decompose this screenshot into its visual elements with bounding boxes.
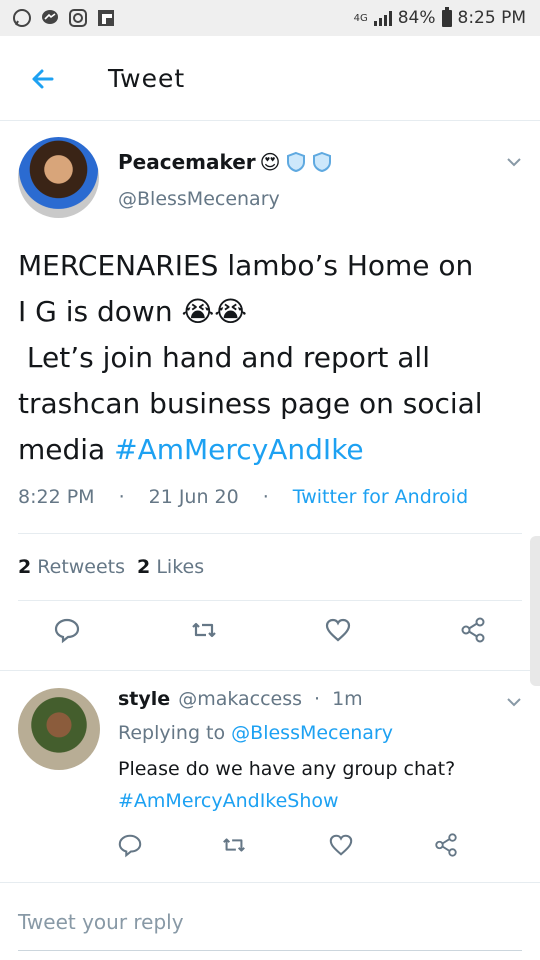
replying-to: Replying to @BlessMecenary <box>118 722 393 744</box>
like-heart-icon[interactable] <box>328 832 354 858</box>
clock: 8:25 PM <box>457 8 527 28</box>
signal-icon <box>373 10 392 26</box>
network-indicator: 4G <box>353 12 368 24</box>
share-icon[interactable] <box>433 832 459 858</box>
retweet-icon[interactable] <box>190 616 218 644</box>
chevron-down-icon[interactable] <box>506 154 522 170</box>
reply-composer-input[interactable]: Tweet your reply <box>18 910 184 934</box>
author-display-name: Peacemaker <box>118 150 256 174</box>
reply-hashtag-link[interactable]: #AmMercyAndIkeShow <box>118 790 339 812</box>
messenger-icon <box>40 8 60 28</box>
heart-eyes-emoji: 😍 <box>259 150 281 174</box>
reply-actions <box>0 832 540 876</box>
reply-avatar[interactable] <box>18 688 100 770</box>
divider <box>0 670 540 671</box>
source-link[interactable]: Twitter for Android <box>293 486 468 508</box>
tweet-date: 21 Jun 20 <box>148 486 239 508</box>
share-icon[interactable] <box>459 616 487 644</box>
chevron-down-icon[interactable] <box>506 694 522 710</box>
tweet-time: 8:22 PM <box>18 486 95 508</box>
reply-display-name[interactable]: style <box>118 688 170 710</box>
instagram-icon <box>68 8 88 28</box>
divider <box>18 600 522 601</box>
battery-icon <box>441 6 452 27</box>
reply-icon[interactable] <box>117 832 143 858</box>
status-bar: 4G 84% 8:25 PM <box>0 0 540 36</box>
reply-body: Please do we have any group chat? <box>118 758 456 780</box>
divider <box>0 882 540 883</box>
reply-handle[interactable]: @makaccess <box>178 688 302 710</box>
like-heart-icon[interactable] <box>324 616 352 644</box>
flipboard-icon <box>96 8 116 28</box>
back-arrow-icon[interactable] <box>26 62 60 96</box>
author-handle[interactable]: @BlessMecenary <box>118 188 280 210</box>
top-app-bar: Tweet <box>0 36 540 121</box>
replying-to-link[interactable]: @BlessMecenary <box>231 722 393 744</box>
whatsapp-icon <box>12 8 32 28</box>
avatar[interactable] <box>18 137 99 218</box>
retweet-icon[interactable] <box>221 832 247 858</box>
likes-stat[interactable]: 2 Likes <box>137 556 204 578</box>
reply-age: 1m <box>332 688 363 710</box>
shield-icon <box>312 151 331 173</box>
reply-icon[interactable] <box>53 616 81 644</box>
shield-icon <box>286 151 305 173</box>
retweets-stat[interactable]: 2 Retweets <box>18 556 125 578</box>
hashtag-link[interactable]: #AmMercyAndIke <box>114 433 364 466</box>
battery-percent: 84% <box>397 8 436 28</box>
composer-underline <box>18 950 522 951</box>
reply-header: style @makaccess · 1m <box>118 688 363 710</box>
author-name[interactable]: Peacemaker 😍 <box>118 150 333 174</box>
page-title: Tweet <box>108 64 186 93</box>
divider <box>18 533 522 534</box>
tweet-body: MERCENARIES lambo’s Home on I G is down … <box>18 249 483 466</box>
tweet-actions <box>0 616 540 660</box>
scrollbar[interactable] <box>530 536 540 686</box>
engagement-stats: 2 Retweets 2 Likes <box>18 556 204 578</box>
tweet-meta: 8:22 PM · 21 Jun 20 · Twitter for Androi… <box>18 486 469 508</box>
